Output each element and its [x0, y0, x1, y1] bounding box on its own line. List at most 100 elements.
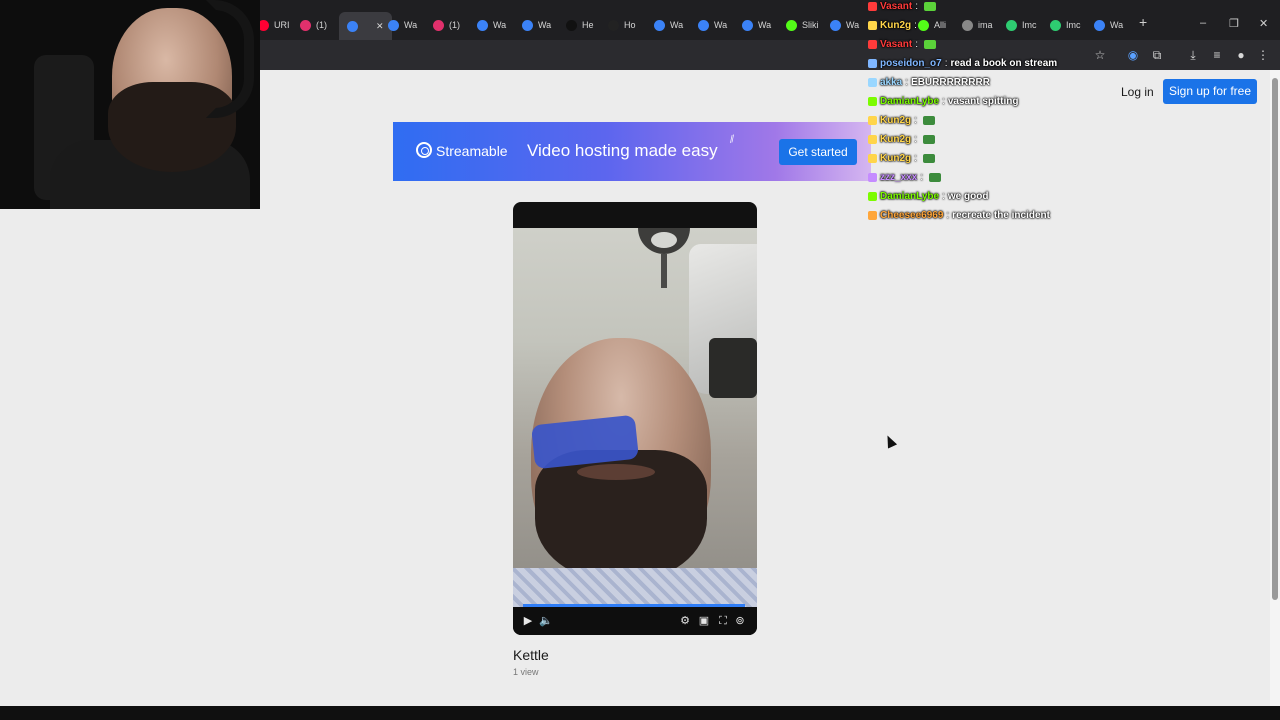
play-icon[interactable]: ▶: [520, 612, 536, 630]
streamable-icon: [742, 19, 753, 31]
chat-username[interactable]: Cheesee6969: [880, 210, 943, 221]
fullscreen-icon[interactable]: ⛶: [715, 612, 731, 630]
close-tab-icon[interactable]: ✕: [376, 21, 384, 32]
chat-message: DamianLybe: we good: [868, 188, 988, 204]
chat-username[interactable]: Vasant: [880, 39, 912, 50]
reading-list-icon[interactable]: ≡: [1208, 46, 1226, 64]
browser-tab[interactable]: He: [566, 14, 594, 36]
restore-icon[interactable]: ❐: [1229, 17, 1239, 30]
patient-mouth: [577, 464, 655, 480]
profile-icon[interactable]: ●: [1232, 46, 1250, 64]
chat-badge-icon: [868, 20, 877, 30]
chat-username[interactable]: akka: [880, 77, 902, 88]
chat-username[interactable]: Kun2g: [880, 115, 911, 126]
chat-message: DamianLybe: vasant spitting: [868, 93, 1018, 109]
chat-separator: :: [944, 57, 948, 69]
chat-username[interactable]: Vasant: [880, 1, 912, 12]
chat-emote-icon: [922, 153, 935, 163]
browser-tab[interactable]: Wa: [742, 14, 771, 36]
chat-message: Vasant:: [868, 0, 937, 14]
signup-button[interactable]: Sign up for free: [1163, 79, 1257, 104]
browser-tab-label: URI: [274, 20, 290, 30]
pip-icon[interactable]: ▣: [696, 612, 712, 630]
new-tab-button[interactable]: +: [1139, 14, 1147, 30]
chat-message: Kun2g:: [868, 150, 935, 166]
stream-chat-overlay: Vasant: Kun2g: Vasant: poseidon_o7: read a b…: [868, 0, 1128, 230]
video-player[interactable]: [513, 202, 757, 635]
instagram-icon: [300, 19, 311, 31]
chat-separator: :: [914, 133, 917, 145]
browser-tab[interactable]: (1): [433, 14, 460, 36]
x-icon: [608, 19, 619, 31]
chat-text: EBURRRRRRRR: [911, 76, 990, 88]
browser-tab[interactable]: Ho: [608, 14, 636, 36]
browser-tab[interactable]: Wa: [698, 14, 727, 36]
streamable-icon: [654, 19, 665, 31]
chat-username[interactable]: Kun2g: [880, 20, 911, 31]
streamable-icon: [388, 19, 399, 31]
chat-text: recreate the incident: [952, 209, 1050, 221]
browser-tab[interactable]: ✕: [339, 12, 392, 40]
streamable-icon: [522, 19, 533, 31]
extensions-icon[interactable]: ⧉: [1148, 46, 1166, 64]
download-icon[interactable]: ⤓: [1184, 46, 1202, 64]
browser-tab-label: Wa: [758, 20, 772, 30]
chat-separator: :: [920, 171, 924, 183]
browser-tab-label: (1): [316, 20, 327, 30]
chat-badge-icon: [868, 191, 877, 201]
browser-tab[interactable]: URI: [258, 14, 290, 36]
chat-username[interactable]: poseidon_o7: [880, 58, 942, 69]
volume-icon[interactable]: 🔈: [538, 612, 554, 630]
progress-fill[interactable]: [523, 604, 745, 607]
browser-tab-label: Sliki: [802, 20, 819, 30]
chat-text: vasant spitting: [947, 95, 1019, 107]
streamable-icon: [477, 19, 488, 31]
browser-tab-label: Wa: [714, 20, 728, 30]
chat-username[interactable]: zzz_xxx: [880, 172, 917, 183]
menu-icon[interactable]: ⋮: [1254, 46, 1272, 64]
chat-badge-icon: [868, 58, 877, 68]
chat-badge-icon: [868, 153, 877, 163]
hospital-gown: [513, 568, 757, 608]
get-started-button[interactable]: Get started: [779, 139, 857, 165]
chat-username[interactable]: Kun2g: [880, 153, 911, 164]
chat-username[interactable]: DamianLybe: [880, 96, 939, 107]
streamable-watermark-icon[interactable]: ⊚: [732, 612, 748, 630]
browser-tab[interactable]: Wa: [830, 14, 859, 36]
ceiling-lamp: [638, 228, 690, 254]
browser-tab[interactable]: Wa: [654, 14, 683, 36]
chat-emote-icon: [922, 115, 935, 125]
streamable-logo-icon: [416, 142, 432, 158]
chat-separator: :: [914, 152, 917, 164]
chat-text: read a book on stream: [950, 57, 1058, 69]
browser-tab[interactable]: (1): [300, 14, 327, 36]
browser-tab[interactable]: Wa: [388, 14, 417, 36]
screen: URI (1) ✕ Wa (1) Wa Wa He Ho Wa Wa Wa Sliki Wa Alli ima…: [0, 0, 1280, 720]
browser-tab[interactable]: Sliki: [786, 14, 819, 36]
chat-message: zzz_xxx:: [868, 169, 942, 185]
browser-tab-label: Wa: [846, 20, 860, 30]
video-title: Kettle: [513, 647, 549, 663]
instagram-icon: [433, 19, 444, 31]
chat-username[interactable]: Kun2g: [880, 134, 911, 145]
browser-tab[interactable]: Wa: [477, 14, 506, 36]
browser-tab[interactable]: Wa: [522, 14, 551, 36]
chat-badge-icon: [868, 39, 877, 49]
browser-tab-label: Wa: [538, 20, 552, 30]
browser-tab-label: Wa: [404, 20, 418, 30]
streamable-icon: [347, 20, 358, 32]
browser-tab-label: Wa: [493, 20, 507, 30]
close-window-icon[interactable]: ✕: [1259, 17, 1268, 30]
scrollbar-thumb[interactable]: [1272, 78, 1278, 600]
banner-brand: Streamable: [436, 143, 508, 159]
chat-badge-icon: [868, 134, 877, 144]
minimize-icon[interactable]: –: [1200, 17, 1206, 29]
chat-badge-icon: [868, 96, 877, 106]
chat-username[interactable]: DamianLybe: [880, 191, 939, 202]
chat-separator: :: [942, 190, 945, 202]
settings-icon[interactable]: ⚙: [677, 612, 693, 630]
promo-banner[interactable]: Streamable Video hosting made easy ⁄⁄ Ge…: [393, 122, 871, 181]
chat-message: Kun2g:: [868, 112, 935, 128]
video-frame[interactable]: [513, 228, 757, 608]
taskbar-edge: [0, 706, 1280, 720]
